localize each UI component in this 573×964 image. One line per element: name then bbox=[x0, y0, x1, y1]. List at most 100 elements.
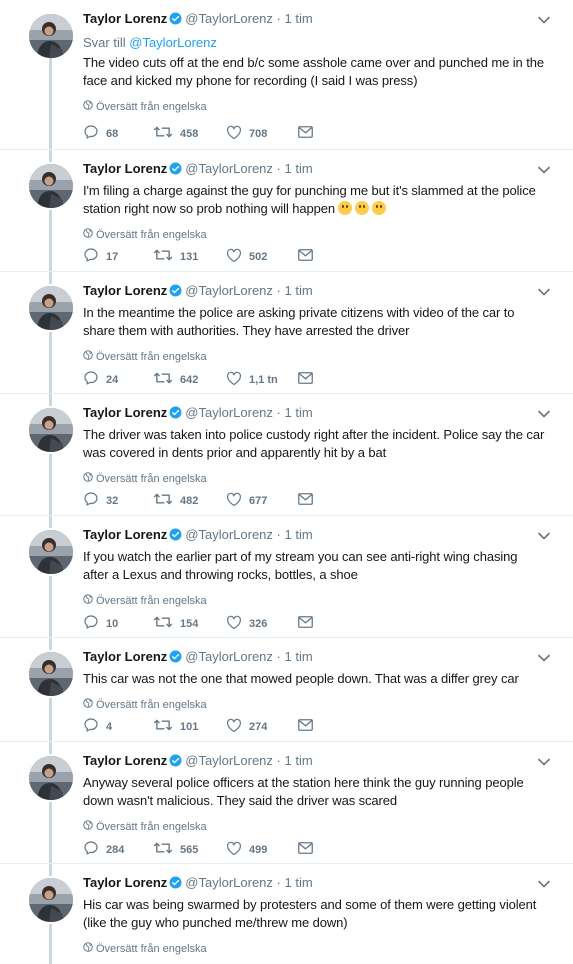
chevron-down-icon[interactable] bbox=[537, 754, 551, 772]
retweet-button[interactable]: 131 bbox=[153, 247, 226, 266]
translate-link[interactable]: Översätt från engelska bbox=[83, 698, 545, 712]
chevron-down-icon[interactable] bbox=[537, 528, 551, 546]
author-handle[interactable]: @TaylorLorenz bbox=[185, 405, 273, 420]
translate-link[interactable]: Översätt från engelska bbox=[83, 472, 545, 486]
author-handle[interactable]: @TaylorLorenz bbox=[185, 11, 273, 26]
like-button[interactable]: 708 bbox=[226, 125, 298, 143]
direct-message-button[interactable] bbox=[298, 842, 313, 857]
chevron-down-icon[interactable] bbox=[537, 650, 551, 668]
tweet[interactable]: Taylor Lorenz @TaylorLorenz · 1 tim Svar t… bbox=[0, 0, 573, 150]
author-name[interactable]: Taylor Lorenz bbox=[83, 405, 167, 420]
author-name[interactable]: Taylor Lorenz bbox=[83, 875, 167, 890]
avatar[interactable] bbox=[29, 286, 73, 330]
verified-badge-icon bbox=[169, 754, 182, 772]
author-handle[interactable]: @TaylorLorenz bbox=[185, 161, 273, 176]
translate-label[interactable]: Översätt från engelska bbox=[96, 350, 207, 364]
translate-label[interactable]: Översätt från engelska bbox=[96, 698, 207, 712]
reply-button[interactable]: 17 bbox=[83, 247, 153, 266]
author-name[interactable]: Taylor Lorenz bbox=[83, 11, 167, 26]
separator-dot: · bbox=[276, 753, 281, 768]
reply-button[interactable]: 4 bbox=[83, 717, 153, 736]
avatar[interactable] bbox=[29, 756, 73, 800]
reply-button[interactable]: 24 bbox=[83, 370, 153, 389]
reply-button[interactable]: 68 bbox=[83, 124, 153, 143]
tweet[interactable]: Taylor Lorenz @TaylorLorenz · 1 tim The dr… bbox=[0, 394, 573, 516]
retweet-button[interactable]: 642 bbox=[153, 370, 226, 389]
timestamp[interactable]: 1 tim bbox=[285, 649, 313, 664]
avatar[interactable] bbox=[29, 408, 73, 452]
translate-label[interactable]: Översätt från engelska bbox=[96, 228, 207, 242]
author-name[interactable]: Taylor Lorenz bbox=[83, 649, 167, 664]
timestamp[interactable]: 1 tim bbox=[285, 405, 313, 420]
thread-connector-line bbox=[49, 332, 52, 393]
chevron-down-icon[interactable] bbox=[537, 284, 551, 302]
like-button[interactable]: 502 bbox=[226, 248, 298, 266]
translate-label[interactable]: Översätt från engelska bbox=[96, 942, 207, 956]
author-name[interactable]: Taylor Lorenz bbox=[83, 527, 167, 542]
translate-link[interactable]: Översätt från engelska bbox=[83, 228, 545, 242]
tweet[interactable]: Taylor Lorenz @TaylorLorenz · 1 tim His ca… bbox=[0, 864, 573, 964]
timestamp[interactable]: 1 tim bbox=[285, 753, 313, 768]
retweet-button[interactable]: 101 bbox=[153, 717, 226, 736]
avatar[interactable] bbox=[29, 164, 73, 208]
chevron-down-icon[interactable] bbox=[537, 876, 551, 894]
avatar[interactable] bbox=[29, 530, 73, 574]
tweet[interactable]: Taylor Lorenz @TaylorLorenz · 1 tim I'm fi… bbox=[0, 150, 573, 272]
reply-button[interactable]: 32 bbox=[83, 491, 153, 510]
chevron-down-icon[interactable] bbox=[537, 406, 551, 424]
chevron-down-icon[interactable] bbox=[537, 162, 551, 180]
direct-message-button[interactable] bbox=[298, 616, 313, 631]
author-name[interactable]: Taylor Lorenz bbox=[83, 753, 167, 768]
timestamp[interactable]: 1 tim bbox=[285, 161, 313, 176]
retweet-button[interactable]: 458 bbox=[153, 124, 226, 143]
author-handle[interactable]: @TaylorLorenz bbox=[185, 875, 273, 890]
translate-link[interactable]: Översätt från engelska bbox=[83, 594, 545, 608]
timestamp[interactable]: 1 tim bbox=[285, 11, 313, 26]
tweet[interactable]: Taylor Lorenz @TaylorLorenz · 1 tim This c… bbox=[0, 638, 573, 742]
reply-mention-link[interactable]: @TaylorLorenz bbox=[129, 35, 217, 50]
avatar[interactable] bbox=[29, 652, 73, 696]
direct-message-button[interactable] bbox=[298, 493, 313, 508]
reply-button[interactable]: 284 bbox=[83, 840, 153, 859]
chevron-down-icon[interactable] bbox=[537, 12, 551, 30]
timestamp[interactable]: 1 tim bbox=[285, 283, 313, 298]
like-button[interactable]: 274 bbox=[226, 718, 298, 736]
like-button[interactable]: 1,1 tn bbox=[226, 371, 298, 389]
retweet-button[interactable]: 482 bbox=[153, 491, 226, 510]
tweet-text: His car was being swarmed by protesters … bbox=[83, 896, 545, 932]
author-handle[interactable]: @TaylorLorenz bbox=[185, 753, 273, 768]
like-button[interactable]: 499 bbox=[226, 841, 298, 859]
reply-button[interactable]: 10 bbox=[83, 614, 153, 633]
translate-link[interactable]: Översätt från engelska bbox=[83, 820, 545, 834]
author-handle[interactable]: @TaylorLorenz bbox=[185, 527, 273, 542]
tweet[interactable]: Taylor Lorenz @TaylorLorenz · 1 tim Anyway… bbox=[0, 742, 573, 864]
direct-message-button[interactable] bbox=[298, 126, 313, 141]
avatar[interactable] bbox=[29, 878, 73, 922]
like-button[interactable]: 677 bbox=[226, 492, 298, 510]
timestamp[interactable]: 1 tim bbox=[285, 527, 313, 542]
retweet-button[interactable]: 154 bbox=[153, 614, 226, 633]
retweet-button[interactable]: 565 bbox=[153, 840, 226, 859]
thread-connector-line bbox=[49, 638, 52, 650]
tweet[interactable]: Taylor Lorenz @TaylorLorenz · 1 tim In the… bbox=[0, 272, 573, 394]
direct-message-button[interactable] bbox=[298, 372, 313, 387]
translate-label[interactable]: Översätt från engelska bbox=[96, 472, 207, 486]
avatar[interactable] bbox=[29, 14, 73, 58]
separator-dot: · bbox=[276, 11, 281, 26]
direct-message-button[interactable] bbox=[298, 719, 313, 734]
timestamp[interactable]: 1 tim bbox=[285, 875, 313, 890]
translate-label[interactable]: Översätt från engelska bbox=[96, 820, 207, 834]
author-handle[interactable]: @TaylorLorenz bbox=[185, 283, 273, 298]
translate-link[interactable]: Översätt från engelska bbox=[83, 942, 545, 956]
translate-label[interactable]: Översätt från engelska bbox=[96, 100, 207, 114]
tweet[interactable]: Taylor Lorenz @TaylorLorenz · 1 tim If you… bbox=[0, 516, 573, 638]
reply-icon bbox=[83, 614, 99, 633]
like-button[interactable]: 326 bbox=[226, 615, 298, 633]
author-name[interactable]: Taylor Lorenz bbox=[83, 283, 167, 298]
translate-link[interactable]: Översätt från engelska bbox=[83, 100, 545, 114]
translate-label[interactable]: Översätt från engelska bbox=[96, 594, 207, 608]
author-handle[interactable]: @TaylorLorenz bbox=[185, 649, 273, 664]
direct-message-button[interactable] bbox=[298, 249, 313, 264]
translate-link[interactable]: Översätt från engelska bbox=[83, 350, 545, 364]
author-name[interactable]: Taylor Lorenz bbox=[83, 161, 167, 176]
